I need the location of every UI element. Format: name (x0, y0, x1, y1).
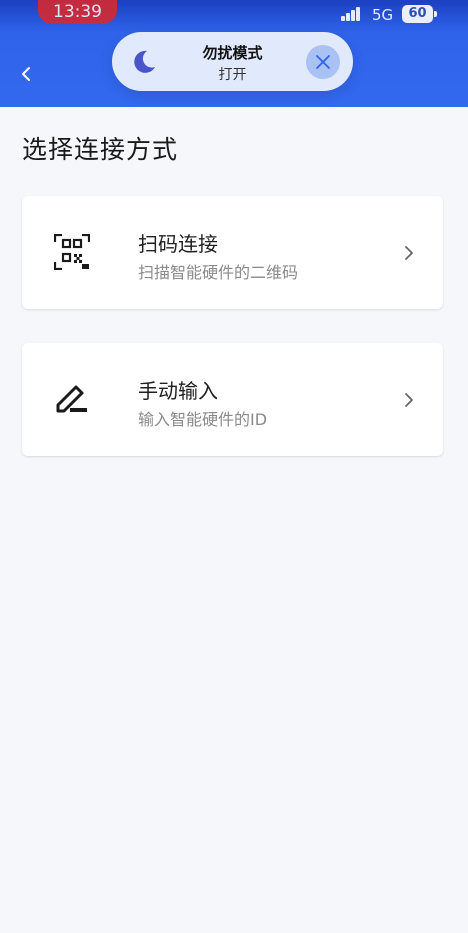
chevron-right-icon (405, 393, 413, 407)
close-icon (316, 55, 330, 69)
option-title: 手动输入 (138, 379, 218, 403)
battery-icon: 60 (402, 5, 437, 23)
qr-code-icon (54, 234, 90, 270)
option-subtitle: 输入智能硬件的ID (138, 410, 268, 429)
back-button[interactable] (14, 60, 40, 88)
dnd-close-button[interactable] (306, 45, 340, 79)
manual-input-option[interactable]: 手动输入 输入智能硬件的ID (22, 343, 443, 456)
app-header: 13:39 5G 60 勿扰模式 打开 (0, 0, 468, 107)
scan-connect-option[interactable]: 扫码连接 扫描智能硬件的二维码 (22, 196, 443, 309)
chevron-right-icon (405, 246, 413, 260)
signal-icon (341, 7, 365, 21)
network-type: 5G (372, 6, 394, 24)
status-time: 13:39 (38, 0, 117, 24)
chevron-left-icon (22, 67, 30, 81)
status-bar: 13:39 5G 60 (0, 0, 468, 30)
option-subtitle: 扫描智能硬件的二维码 (138, 263, 299, 282)
page-title: 选择连接方式 (22, 135, 179, 164)
option-title: 扫码连接 (138, 232, 218, 256)
pen-icon (56, 385, 87, 413)
do-not-disturb-toast[interactable]: 勿扰模式 打开 (112, 32, 353, 91)
